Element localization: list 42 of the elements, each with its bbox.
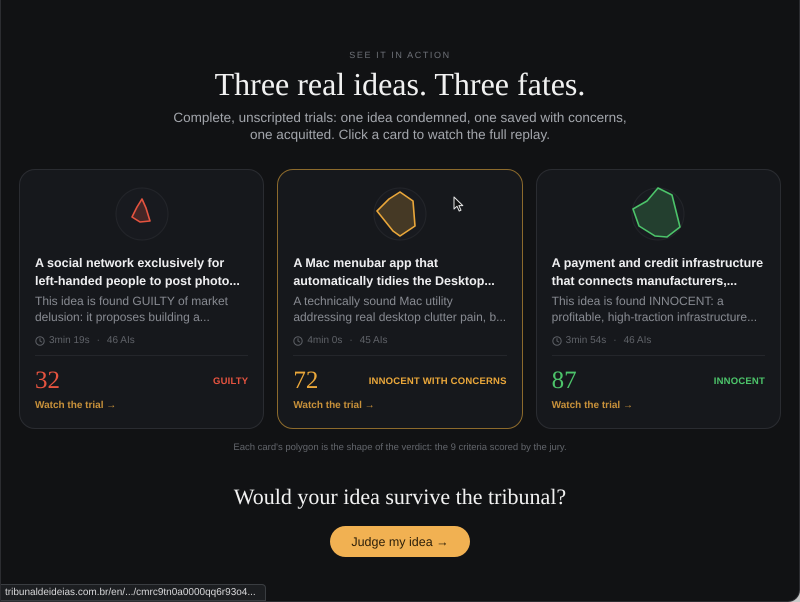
- idea-title: A social network exclusively for left-handed people to post photo...: [35, 255, 241, 290]
- idea-title: A Mac menubar app that automatically tidies the Desktop...: [293, 255, 496, 290]
- clock-icon: [293, 336, 304, 346]
- idea-card[interactable]: A Mac menubar app that automatically tidies the Desktop... A technically sound Mac utility addressing real desktop clutter pain, b... 4min 0s · 45 AIs 72 INNOCENT WITH CONCERNS Watch the trial →: [277, 169, 523, 429]
- juror-count: 45 AIs: [360, 334, 388, 347]
- cta-heading: Would your idea survive the tribunal?: [234, 484, 566, 510]
- juror-count: 46 AIs: [106, 334, 135, 347]
- idea-card[interactable]: A payment and credit infrastructure that connects manufacturers,... This idea is found INNOCENT: a profitable, high-traction infrastructure... 3min 54s · 46 AIs 87 INNOCENT Watch the trial →: [536, 169, 781, 429]
- idea-title: A payment and credit infrastructure that connects manufacturers,...: [552, 255, 764, 290]
- footnote: Each card's polygon is the shape of the verdict: the 9 criteria scored by the jury.: [233, 441, 567, 454]
- verdict-label: GUILTY: [213, 376, 248, 386]
- trial-duration: 4min 0s: [307, 334, 342, 347]
- verdict-polygon: [376, 191, 416, 237]
- juror-count: 46 AIs: [624, 334, 652, 347]
- verdict-label: INNOCENT: [714, 376, 765, 386]
- watch-trial-link[interactable]: Watch the trial →: [293, 399, 375, 412]
- verdict-score: 72: [293, 367, 318, 395]
- section-subtitle: Complete, unscripted trials: one idea condemned, one saved with concerns, one acquitted. Click a card to watch the full replay.: [172, 109, 628, 143]
- verdict-score: 87: [552, 367, 577, 395]
- watch-trial-link[interactable]: Watch the trial →: [35, 399, 116, 412]
- meta-separator: ·: [96, 334, 100, 347]
- section-title: Three real ideas. Three fates.: [214, 65, 586, 103]
- link-status-bar: tribunaldeideias.com.br/en/.../cmrc9tn0a0000qq6r93o4...: [1, 584, 266, 601]
- idea-summary: This idea is found INNOCENT: a profitable, high-traction infrastructure...: [552, 293, 758, 325]
- meta-separator: ·: [613, 334, 617, 347]
- watch-trial-link[interactable]: Watch the trial →: [552, 399, 633, 412]
- idea-card[interactable]: A social network exclusively for left-handed people to post photo... This idea is found GUILTY of market delusion: it proposes building a... 3min 19s · 46 AIs 32 GUILTY Watch the trial →: [19, 169, 264, 429]
- idea-summary: A technically sound Mac utility addressing real desktop clutter pain, b...: [293, 293, 507, 325]
- trial-duration: 3min 54s: [566, 334, 606, 347]
- judge-idea-button[interactable]: Judge my idea →: [330, 526, 470, 557]
- clock-icon: [35, 336, 45, 346]
- verdict-label: INNOCENT WITH CONCERNS: [368, 376, 507, 386]
- radar-ring: [115, 188, 168, 240]
- mouse-cursor-icon: [453, 196, 464, 212]
- section-eyebrow: SEE IT IN ACTION: [349, 49, 451, 61]
- idea-summary: This idea is found GUILTY of market delusion: it proposes building a...: [35, 293, 229, 325]
- meta-separator: ·: [349, 334, 353, 347]
- verdict-polygon: [130, 198, 150, 223]
- trial-duration: 3min 19s: [49, 334, 90, 347]
- radar-ring: [373, 188, 426, 240]
- verdict-score: 32: [35, 367, 60, 395]
- clock-icon: [552, 336, 562, 346]
